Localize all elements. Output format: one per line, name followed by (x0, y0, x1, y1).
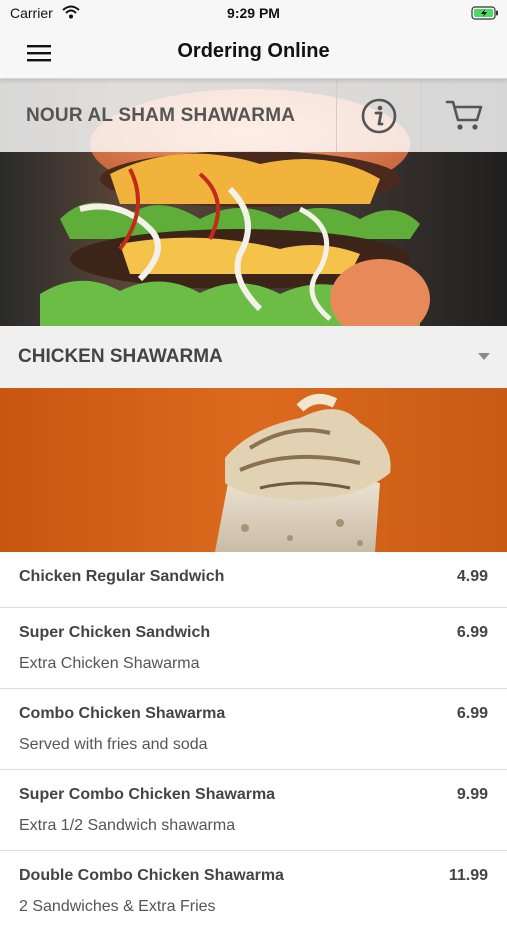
chevron-down-icon (478, 353, 490, 360)
item-description: Extra 1/2 Sandwich shawarma (19, 817, 236, 834)
item-price: 6.99 (456, 624, 488, 641)
menu-item-list: Chicken Regular Sandwich 4.99 Super Chic… (0, 552, 507, 931)
category-header-chicken-shawarma[interactable]: CHICKEN SHAWARMA (0, 326, 507, 388)
cart-icon[interactable] (445, 98, 485, 132)
header-divider (336, 79, 337, 152)
menu-item[interactable]: Super Chicken Sandwich 6.99 Extra Chicke… (0, 608, 507, 689)
nav-bar: Ordering Online (0, 28, 507, 79)
hero-banner: NOUR AL SHAM SHAWARMA (0, 79, 507, 326)
menu-item[interactable]: Chicken Regular Sandwich 4.99 (0, 552, 507, 608)
item-name: Chicken Regular Sandwich (19, 568, 225, 585)
nav-title: Ordering Online (177, 40, 330, 62)
shawarma-wrap-image (0, 388, 507, 552)
item-name: Double Combo Chicken Shawarma (19, 867, 284, 884)
status-time: 9:29 PM (227, 5, 280, 21)
restaurant-header: NOUR AL SHAM SHAWARMA (0, 79, 507, 152)
category-title: CHICKEN SHAWARMA (18, 346, 223, 367)
item-description: 2 Sandwiches & Extra Fries (19, 898, 216, 915)
info-icon[interactable] (360, 97, 398, 135)
item-name: Super Combo Chicken Shawarma (19, 786, 276, 803)
item-description: Extra Chicken Shawarma (19, 655, 200, 672)
item-price: 4.99 (456, 568, 488, 585)
item-price: 6.99 (456, 705, 488, 722)
restaurant-name: NOUR AL SHAM SHAWARMA (26, 105, 296, 126)
menu-item[interactable]: Double Combo Chicken Shawarma 11.99 2 Sa… (0, 851, 507, 931)
item-price: 9.99 (456, 786, 488, 803)
menu-item[interactable]: Super Combo Chicken Shawarma 9.99 Extra … (0, 770, 507, 851)
status-bar: Carrier 9:29 PM (0, 0, 507, 28)
item-name: Super Chicken Sandwich (19, 624, 211, 641)
menu-item[interactable]: Combo Chicken Shawarma 6.99 Served with … (0, 689, 507, 770)
header-divider (421, 79, 422, 152)
shawarma-category-image (0, 388, 507, 552)
battery-icon (471, 6, 499, 23)
item-price: 11.99 (448, 867, 488, 884)
item-name: Combo Chicken Shawarma (19, 705, 226, 722)
item-description: Served with fries and soda (19, 736, 208, 753)
